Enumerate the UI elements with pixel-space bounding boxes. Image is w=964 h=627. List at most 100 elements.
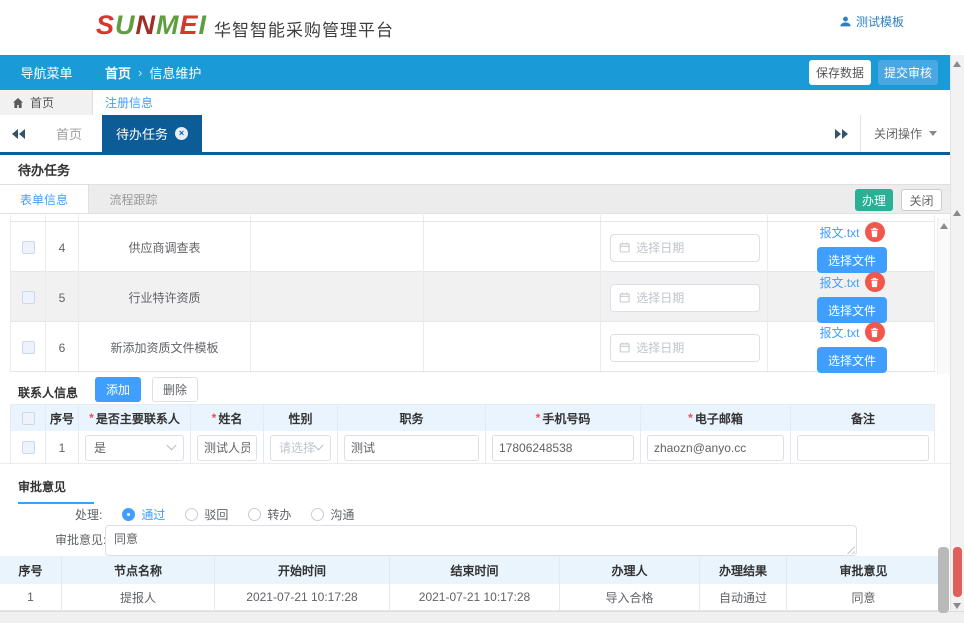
- radio-communicate[interactable]: 沟通: [311, 506, 354, 523]
- row-number: 4: [46, 222, 79, 273]
- breadcrumb: 首页 › 信息维护: [105, 63, 201, 82]
- date-picker[interactable]: [610, 284, 760, 312]
- date-picker[interactable]: [610, 334, 760, 362]
- date-input[interactable]: [636, 291, 751, 305]
- trash-icon: [869, 327, 880, 338]
- attached-file-link[interactable]: 报文.txt: [819, 224, 859, 241]
- nav-menu-toggle[interactable]: 导航菜单: [0, 63, 93, 82]
- scrollbar-thumb[interactable]: [953, 547, 962, 597]
- attached-file-link[interactable]: 报文.txt: [819, 324, 859, 341]
- radio-reject[interactable]: 驳回: [185, 506, 228, 523]
- close-tab-icon[interactable]: ×: [175, 127, 188, 140]
- contacts-section: 联系人信息 添加 删除 序号 *是否主要联系人 *姓名 性别 职务 *手机号码 …: [10, 376, 935, 465]
- choose-file-button[interactable]: 选择文件: [817, 247, 887, 273]
- table-cell: 2021-07-21 10:17:28: [390, 584, 560, 610]
- header-gender: 性别: [264, 405, 338, 431]
- close-panel-button[interactable]: 关闭: [901, 189, 942, 211]
- row-checkbox[interactable]: [22, 291, 35, 304]
- scroll-tabs-right-icon[interactable]: [824, 115, 860, 152]
- row-number: 6: [46, 322, 79, 373]
- save-data-button[interactable]: 保存数据: [809, 60, 871, 85]
- logo-letter: I: [199, 10, 208, 40]
- delete-file-button[interactable]: [865, 272, 885, 292]
- table-cell: 2021-07-21 10:17:28: [215, 584, 390, 610]
- contacts-header-row: 序号 *是否主要联系人 *姓名 性别 职务 *手机号码 *电子邮箱 备注: [11, 405, 934, 431]
- logo-letter: U: [115, 10, 136, 40]
- delete-file-button[interactable]: [865, 222, 885, 242]
- delete-file-button[interactable]: [865, 322, 885, 342]
- header-cell: 审批意见: [787, 556, 940, 584]
- scroll-up-icon[interactable]: [953, 210, 961, 216]
- trash-icon: [869, 227, 880, 238]
- table-row: 5 行业特许资质 报文.txt 选择文件: [11, 272, 934, 322]
- page-scrollbar[interactable]: [950, 55, 964, 611]
- close-operations-dropdown[interactable]: 关闭操作: [860, 115, 950, 152]
- top-navbar: 导航菜单 首页 › 信息维护 保存数据 提交审核: [0, 55, 950, 90]
- required-mark: *: [536, 411, 541, 425]
- header-job: 职务: [338, 405, 486, 431]
- select-all-checkbox[interactable]: [22, 412, 35, 425]
- register-info-link[interactable]: 注册信息: [105, 94, 153, 111]
- add-contact-button[interactable]: 添加: [95, 377, 141, 402]
- row-checkbox[interactable]: [22, 441, 35, 454]
- logo-letter: S: [96, 10, 115, 40]
- trash-icon: [869, 277, 880, 288]
- sidebar-item-home[interactable]: 首页: [0, 90, 93, 115]
- qualification-files-table: 4 供应商调查表 报文.txt 选择文件 5 行业特许资质: [10, 215, 935, 372]
- footer-strip: [0, 611, 964, 623]
- header-cell: 结束时间: [390, 556, 560, 584]
- submit-review-button[interactable]: 提交审核: [878, 60, 938, 85]
- scroll-up-icon[interactable]: [940, 223, 948, 229]
- tab-todo-tasks[interactable]: 待办任务 ×: [102, 115, 202, 152]
- scroll-tabs-left-icon[interactable]: [0, 115, 36, 152]
- row-checkbox[interactable]: [22, 341, 35, 354]
- radio-dot-icon: [122, 508, 135, 521]
- radio-pass[interactable]: 通过: [122, 506, 165, 523]
- contact-no: 1: [46, 431, 79, 464]
- tab-home[interactable]: 首页: [36, 115, 102, 152]
- row-checkbox[interactable]: [22, 241, 35, 254]
- contact-name-input[interactable]: [197, 435, 257, 461]
- delete-contact-button[interactable]: 删除: [152, 377, 198, 402]
- scroll-up-icon[interactable]: [953, 61, 961, 67]
- header-cell: 办理人: [560, 556, 700, 584]
- job-input[interactable]: [344, 435, 479, 461]
- remark-input[interactable]: [797, 435, 929, 461]
- date-picker[interactable]: [610, 234, 760, 262]
- logo-letter: M: [156, 10, 180, 40]
- approval-opinion-textarea[interactable]: 同意: [105, 525, 857, 556]
- approval-history-table: 序号 节点名称 开始时间 结束时间 办理人 办理结果 审批意见 1 提报人 20…: [0, 556, 940, 611]
- table-row-partial: [11, 215, 934, 222]
- sub-row: 首页 注册信息: [0, 90, 950, 115]
- logo-letter: E: [180, 10, 199, 40]
- chevron-down-icon: [314, 441, 324, 451]
- radio-transfer[interactable]: 转办: [248, 506, 291, 523]
- contacts-section-title: 联系人信息: [18, 384, 78, 401]
- choose-file-button[interactable]: 选择文件: [817, 297, 887, 323]
- header-cell: 开始时间: [215, 556, 390, 584]
- sidebar-item-label: 首页: [30, 94, 54, 111]
- required-mark: *: [688, 411, 693, 425]
- header-cell: 办理结果: [700, 556, 787, 584]
- primary-contact-select[interactable]: 是: [85, 435, 184, 461]
- scroll-down-icon[interactable]: [953, 603, 961, 609]
- tab-form-info[interactable]: 表单信息: [0, 185, 89, 213]
- tab-flow-trace[interactable]: 流程跟踪: [89, 185, 178, 213]
- calendar-icon: [619, 241, 630, 254]
- inner-scrollbar-thumb[interactable]: [938, 547, 949, 613]
- email-input[interactable]: [647, 435, 784, 461]
- user-menu[interactable]: 测试模板: [839, 13, 904, 30]
- app-header: SUNMEI 华智智能采购管理平台 测试模板: [0, 0, 964, 55]
- approval-section-title: 审批意见: [18, 478, 94, 504]
- phone-input[interactable]: [492, 435, 634, 461]
- handle-button[interactable]: 办理: [855, 189, 893, 211]
- gender-select[interactable]: 请选择: [270, 435, 331, 461]
- breadcrumb-home[interactable]: 首页: [105, 63, 131, 82]
- date-input[interactable]: [636, 341, 751, 355]
- choose-file-button[interactable]: 选择文件: [817, 347, 887, 373]
- header-primary: *是否主要联系人: [79, 405, 191, 431]
- attached-file-link[interactable]: 报文.txt: [819, 274, 859, 291]
- table-scrollbar[interactable]: [937, 218, 950, 374]
- radio-dot-icon: [248, 508, 261, 521]
- date-input[interactable]: [636, 241, 751, 255]
